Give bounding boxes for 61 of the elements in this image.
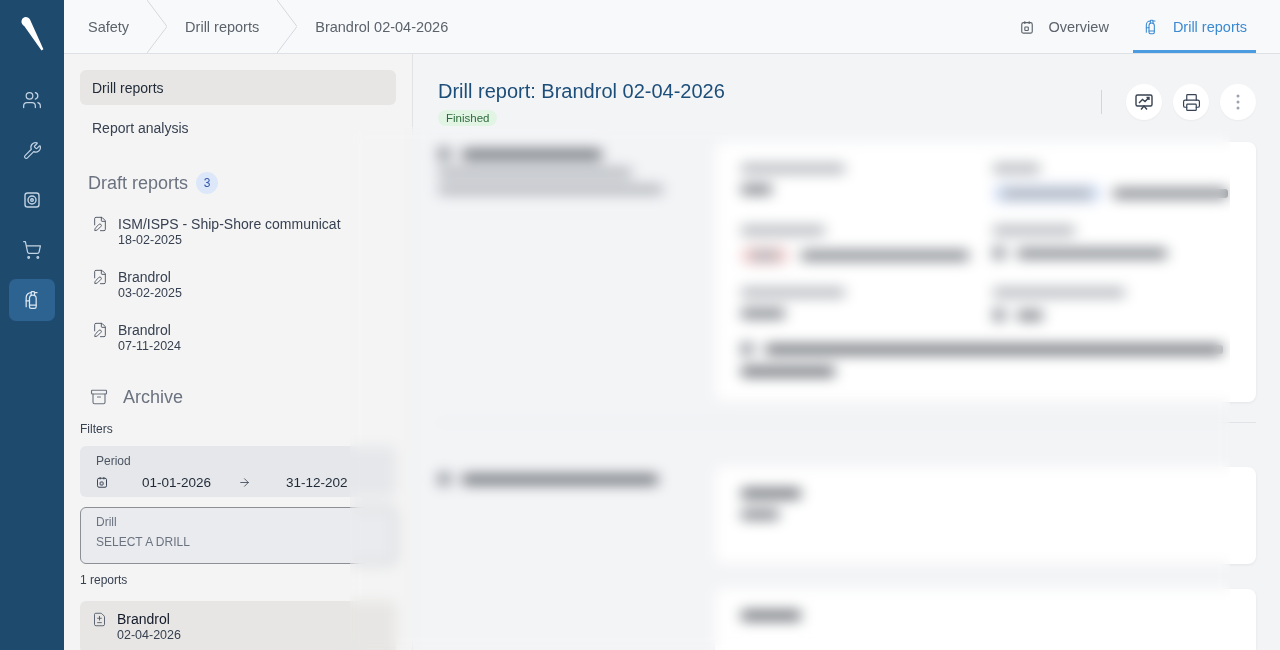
blurred-text	[741, 611, 801, 620]
menu-item[interactable]: Drill reports	[80, 70, 396, 105]
tab[interactable]: Overview	[1010, 0, 1118, 53]
section-heading: Archive	[123, 386, 184, 408]
file-icon	[92, 612, 107, 627]
blurred-icon	[741, 343, 753, 355]
print-button[interactable]	[1173, 84, 1209, 120]
arrow-right-icon	[238, 475, 252, 489]
users-icon	[22, 90, 42, 110]
report-title: Brandrol	[117, 610, 171, 628]
menu-item[interactable]: Report analysis	[80, 110, 396, 145]
archived-report-item[interactable]: Brandrol 02-04-2026	[80, 601, 396, 650]
calendar-icon	[96, 476, 108, 488]
calendar-icon	[1020, 19, 1035, 34]
blurred-text	[1017, 310, 1043, 320]
count-badge: 3	[196, 172, 219, 194]
file-pen-icon	[92, 322, 108, 338]
report-date: 03-02-2025	[118, 286, 182, 301]
wrench-icon	[22, 140, 42, 160]
report-title: Brandrol	[118, 321, 172, 339]
report-title: ISM/ISPS - Ship-Shore communicat	[118, 215, 341, 233]
presentation-button[interactable]	[1126, 84, 1162, 120]
section-heading: Draft reports	[88, 172, 189, 194]
draft-report-item[interactable]: Brandrol 03-02-2025	[80, 258, 396, 311]
blurred-text	[741, 510, 779, 519]
blurred-text	[741, 489, 801, 498]
report-date: 02-04-2026	[117, 628, 181, 643]
result-count: 1 reports	[80, 573, 129, 587]
archive-icon	[90, 388, 108, 406]
presentation-chart-icon	[1134, 92, 1154, 112]
more-vertical-icon	[1236, 94, 1240, 110]
blurred-icon	[438, 473, 450, 485]
cart-icon	[22, 240, 42, 260]
report-date: 07-11-2024	[118, 339, 181, 354]
blurred-icon	[993, 309, 1005, 321]
date-value[interactable]: 01-01-2026	[142, 474, 212, 490]
blurred-text	[751, 251, 779, 260]
nav-button[interactable]	[9, 279, 55, 321]
draft-report-item[interactable]: ISM/ISPS - Ship-Shore communicat 18-02-2025	[80, 205, 396, 258]
file-pen-icon	[92, 216, 108, 232]
blurred-text	[993, 164, 1040, 173]
report-title: Brandrol	[118, 268, 172, 286]
blurred-text	[741, 185, 772, 194]
blurred-text	[741, 309, 785, 318]
status-badge: Finished	[438, 110, 498, 126]
blurred-icon	[993, 247, 1005, 259]
drill-select[interactable]: Drill SELECT A DRILL	[80, 507, 396, 564]
breadcrumb-link[interactable]: Brandrol 02-04-2026	[297, 0, 467, 53]
field-label: Period	[96, 454, 132, 468]
breadcrumb-link[interactable]: Safety	[88, 0, 148, 53]
printer-icon	[1181, 92, 1201, 112]
filters-label: Filters	[80, 422, 114, 436]
file-pen-icon	[92, 269, 108, 285]
breadcrumb-link[interactable]: Drill reports	[167, 0, 278, 53]
select-input[interactable]: SELECT A DRILL	[96, 535, 336, 549]
report-date: 18-02-2025	[118, 233, 183, 248]
blurred-icon	[438, 148, 450, 160]
draft-report-item[interactable]: Brandrol 07-11-2024	[80, 311, 396, 364]
field-label: Drill	[96, 515, 118, 529]
page-title: Drill report: Brandrol 02-04-2026	[438, 79, 725, 104]
date-value[interactable]: 31-12-202	[286, 474, 348, 490]
